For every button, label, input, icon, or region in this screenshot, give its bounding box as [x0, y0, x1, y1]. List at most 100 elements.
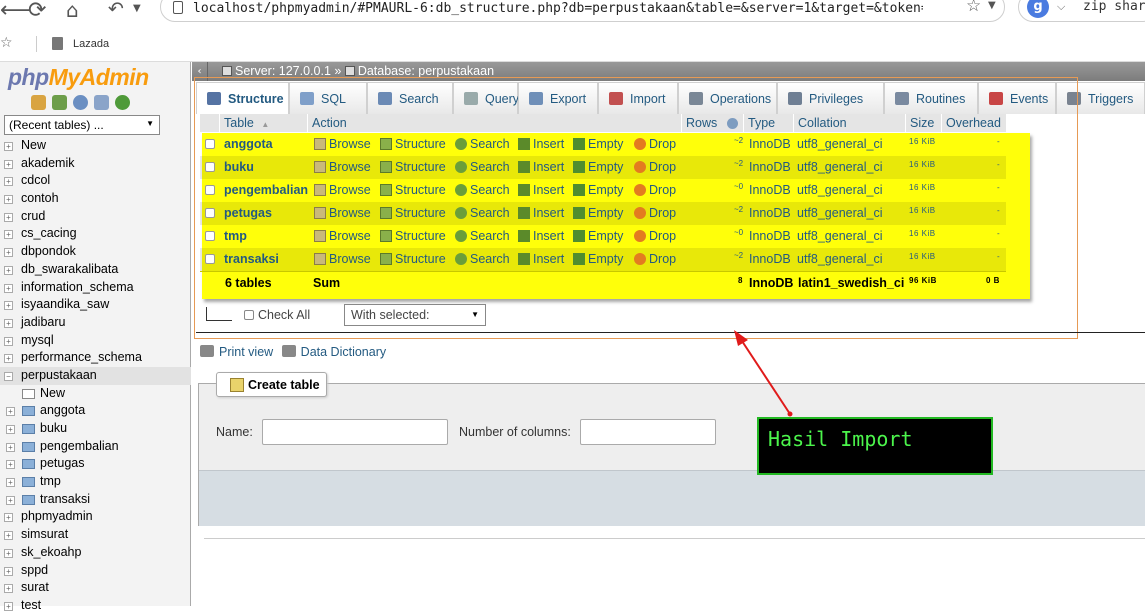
- expand-icon[interactable]: +: [4, 283, 13, 293]
- sidebar-item-label[interactable]: dbpondok: [21, 243, 76, 261]
- undo-icon[interactable]: ↶: [108, 0, 124, 20]
- expand-icon[interactable]: +: [4, 601, 13, 611]
- expand-icon[interactable]: +: [4, 248, 13, 258]
- expand-icon[interactable]: +: [4, 584, 13, 594]
- sidebar-item-db[interactable]: + information_schema: [0, 279, 191, 297]
- expand-icon[interactable]: +: [4, 265, 13, 275]
- expand-icon[interactable]: +: [6, 425, 15, 434]
- expand-icon[interactable]: +: [4, 318, 13, 328]
- collapse-icon[interactable]: −: [4, 371, 13, 381]
- sidebar-item-db[interactable]: + dbpondok: [0, 243, 191, 261]
- sidebar-item-label[interactable]: akademik: [21, 155, 75, 173]
- sidebar-item-label[interactable]: petugas: [40, 455, 84, 473]
- sidebar-item-label[interactable]: New: [40, 385, 65, 403]
- sidebar-item-table[interactable]: + buku: [0, 420, 191, 438]
- sidebar-item-db[interactable]: + db_swarakalibata: [0, 261, 191, 279]
- sidebar-item-label[interactable]: cs_cacing: [21, 225, 77, 243]
- expand-icon[interactable]: +: [4, 195, 13, 205]
- sidebar-item-db[interactable]: + contoh: [0, 190, 191, 208]
- account-search[interactable]: g ⌵ zip shar: [1018, 0, 1145, 22]
- expand-icon[interactable]: +: [4, 531, 13, 541]
- sidebar-item-db[interactable]: + surat: [0, 579, 191, 597]
- sidebar-item-label[interactable]: perpustakaan: [21, 367, 97, 385]
- data-dictionary-link[interactable]: Data Dictionary: [301, 345, 386, 359]
- sidebar-item-label[interactable]: phpmyadmin: [21, 508, 93, 526]
- expand-icon[interactable]: +: [6, 460, 15, 470]
- expand-icon[interactable]: +: [4, 159, 13, 169]
- back-icon[interactable]: ⟵: [0, 0, 32, 23]
- sidebar-item-label[interactable]: db_swarakalibata: [21, 261, 118, 279]
- sidebar-item-db[interactable]: + simsurat: [0, 526, 191, 544]
- breadcrumb-database[interactable]: Database: perpustakaan: [358, 64, 494, 78]
- sidebar-item-db[interactable]: + cs_cacing: [0, 225, 191, 243]
- expand-icon[interactable]: +: [4, 212, 13, 222]
- sidebar-item-label[interactable]: buku: [40, 420, 67, 438]
- star-icon[interactable]: ☆: [966, 0, 981, 16]
- sidebar-item-db[interactable]: + crud: [0, 208, 191, 226]
- home-icon[interactable]: [31, 95, 46, 110]
- sidebar-item-label[interactable]: contoh: [21, 190, 59, 208]
- create-table-legend[interactable]: Create table: [216, 372, 327, 397]
- logout-icon[interactable]: [52, 95, 67, 110]
- sidebar-item-label[interactable]: cdcol: [21, 172, 50, 190]
- expand-icon[interactable]: +: [4, 566, 13, 576]
- expand-icon[interactable]: +: [4, 230, 13, 240]
- sidebar-item-label[interactable]: pengembalian: [40, 438, 119, 456]
- sidebar-item-label[interactable]: sppd: [21, 562, 48, 580]
- sidebar-item-db[interactable]: + sk_ekoahp: [0, 544, 191, 562]
- sidebar-item-db[interactable]: − perpustakaan: [0, 366, 191, 385]
- sidebar-item-label[interactable]: New: [21, 137, 46, 155]
- chevron-down-icon[interactable]: ⌵: [1057, 0, 1065, 14]
- expand-icon[interactable]: +: [6, 495, 15, 505]
- expand-icon[interactable]: +: [4, 354, 13, 364]
- phpmyadmin-logo[interactable]: phpMyAdmin: [8, 64, 149, 91]
- sidebar-item-db[interactable]: + isyaandika_saw: [0, 296, 191, 314]
- expand-icon[interactable]: +: [4, 336, 13, 346]
- url-text[interactable]: localhost/phpmyadmin/#PMAURL-6:db_struct…: [193, 1, 923, 16]
- expand-icon[interactable]: +: [4, 177, 13, 187]
- sidebar-item-label[interactable]: sk_ekoahp: [21, 544, 81, 562]
- with-selected-select[interactable]: With selected: ▼: [344, 304, 486, 326]
- sidebar-item-db[interactable]: + phpmyadmin: [0, 508, 191, 526]
- recent-tables-select[interactable]: (Recent tables) ... ▼: [4, 115, 160, 135]
- check-all-checkbox[interactable]: [244, 310, 254, 320]
- help-icon[interactable]: [73, 95, 88, 110]
- expand-icon[interactable]: +: [4, 548, 13, 558]
- sidebar-item-table[interactable]: + transaksi: [0, 491, 191, 509]
- sidebar-item-db[interactable]: + performance_schema: [0, 349, 191, 367]
- sidebar-item-label[interactable]: information_schema: [21, 279, 134, 297]
- sidebar-item-db[interactable]: + New: [0, 137, 191, 155]
- sidebar-item-table[interactable]: + anggota: [0, 402, 191, 420]
- table-name-input[interactable]: [262, 419, 448, 445]
- sidebar-item-table[interactable]: + petugas: [0, 455, 191, 473]
- sidebar-item-label[interactable]: anggota: [40, 402, 85, 420]
- expand-icon[interactable]: +: [4, 301, 13, 311]
- chevron-down-icon[interactable]: ▼: [988, 0, 996, 11]
- reload-icon[interactable]: ⟳: [28, 0, 46, 23]
- expand-icon[interactable]: +: [6, 407, 15, 417]
- sidebar-item-label[interactable]: transaksi: [40, 491, 90, 509]
- sidebar-item-label[interactable]: simsurat: [21, 526, 68, 544]
- sidebar-item-label[interactable]: isyaandika_saw: [21, 296, 109, 314]
- check-all-label[interactable]: Check All: [258, 308, 310, 322]
- sidebar-item-label[interactable]: crud: [21, 208, 45, 226]
- sidebar-item-db[interactable]: + cdcol: [0, 172, 191, 190]
- home-icon[interactable]: ⌂: [66, 0, 79, 22]
- num-columns-input[interactable]: [580, 419, 716, 445]
- sidebar-item-label[interactable]: performance_schema: [21, 349, 142, 367]
- bookmark-star-icon[interactable]: ☆: [0, 35, 13, 51]
- sidebar-item-label[interactable]: tmp: [40, 473, 61, 491]
- expand-icon[interactable]: +: [6, 478, 15, 488]
- expand-icon[interactable]: +: [4, 513, 13, 523]
- sidebar-item-label[interactable]: surat: [21, 579, 49, 597]
- sidebar-item-label[interactable]: jadibaru: [21, 314, 65, 332]
- refresh-icon[interactable]: [115, 95, 130, 110]
- sidebar-item-table[interactable]: New: [0, 385, 191, 403]
- expand-icon[interactable]: +: [6, 442, 15, 452]
- sidebar-item-table[interactable]: + tmp: [0, 473, 191, 491]
- sidebar-item-label[interactable]: mysql: [21, 332, 54, 350]
- sidebar-item-db[interactable]: + mysql: [0, 332, 191, 350]
- sidebar-item-db[interactable]: + jadibaru: [0, 314, 191, 332]
- bookmark-lazada[interactable]: Lazada: [73, 38, 109, 50]
- print-view-link[interactable]: Print view: [219, 345, 273, 359]
